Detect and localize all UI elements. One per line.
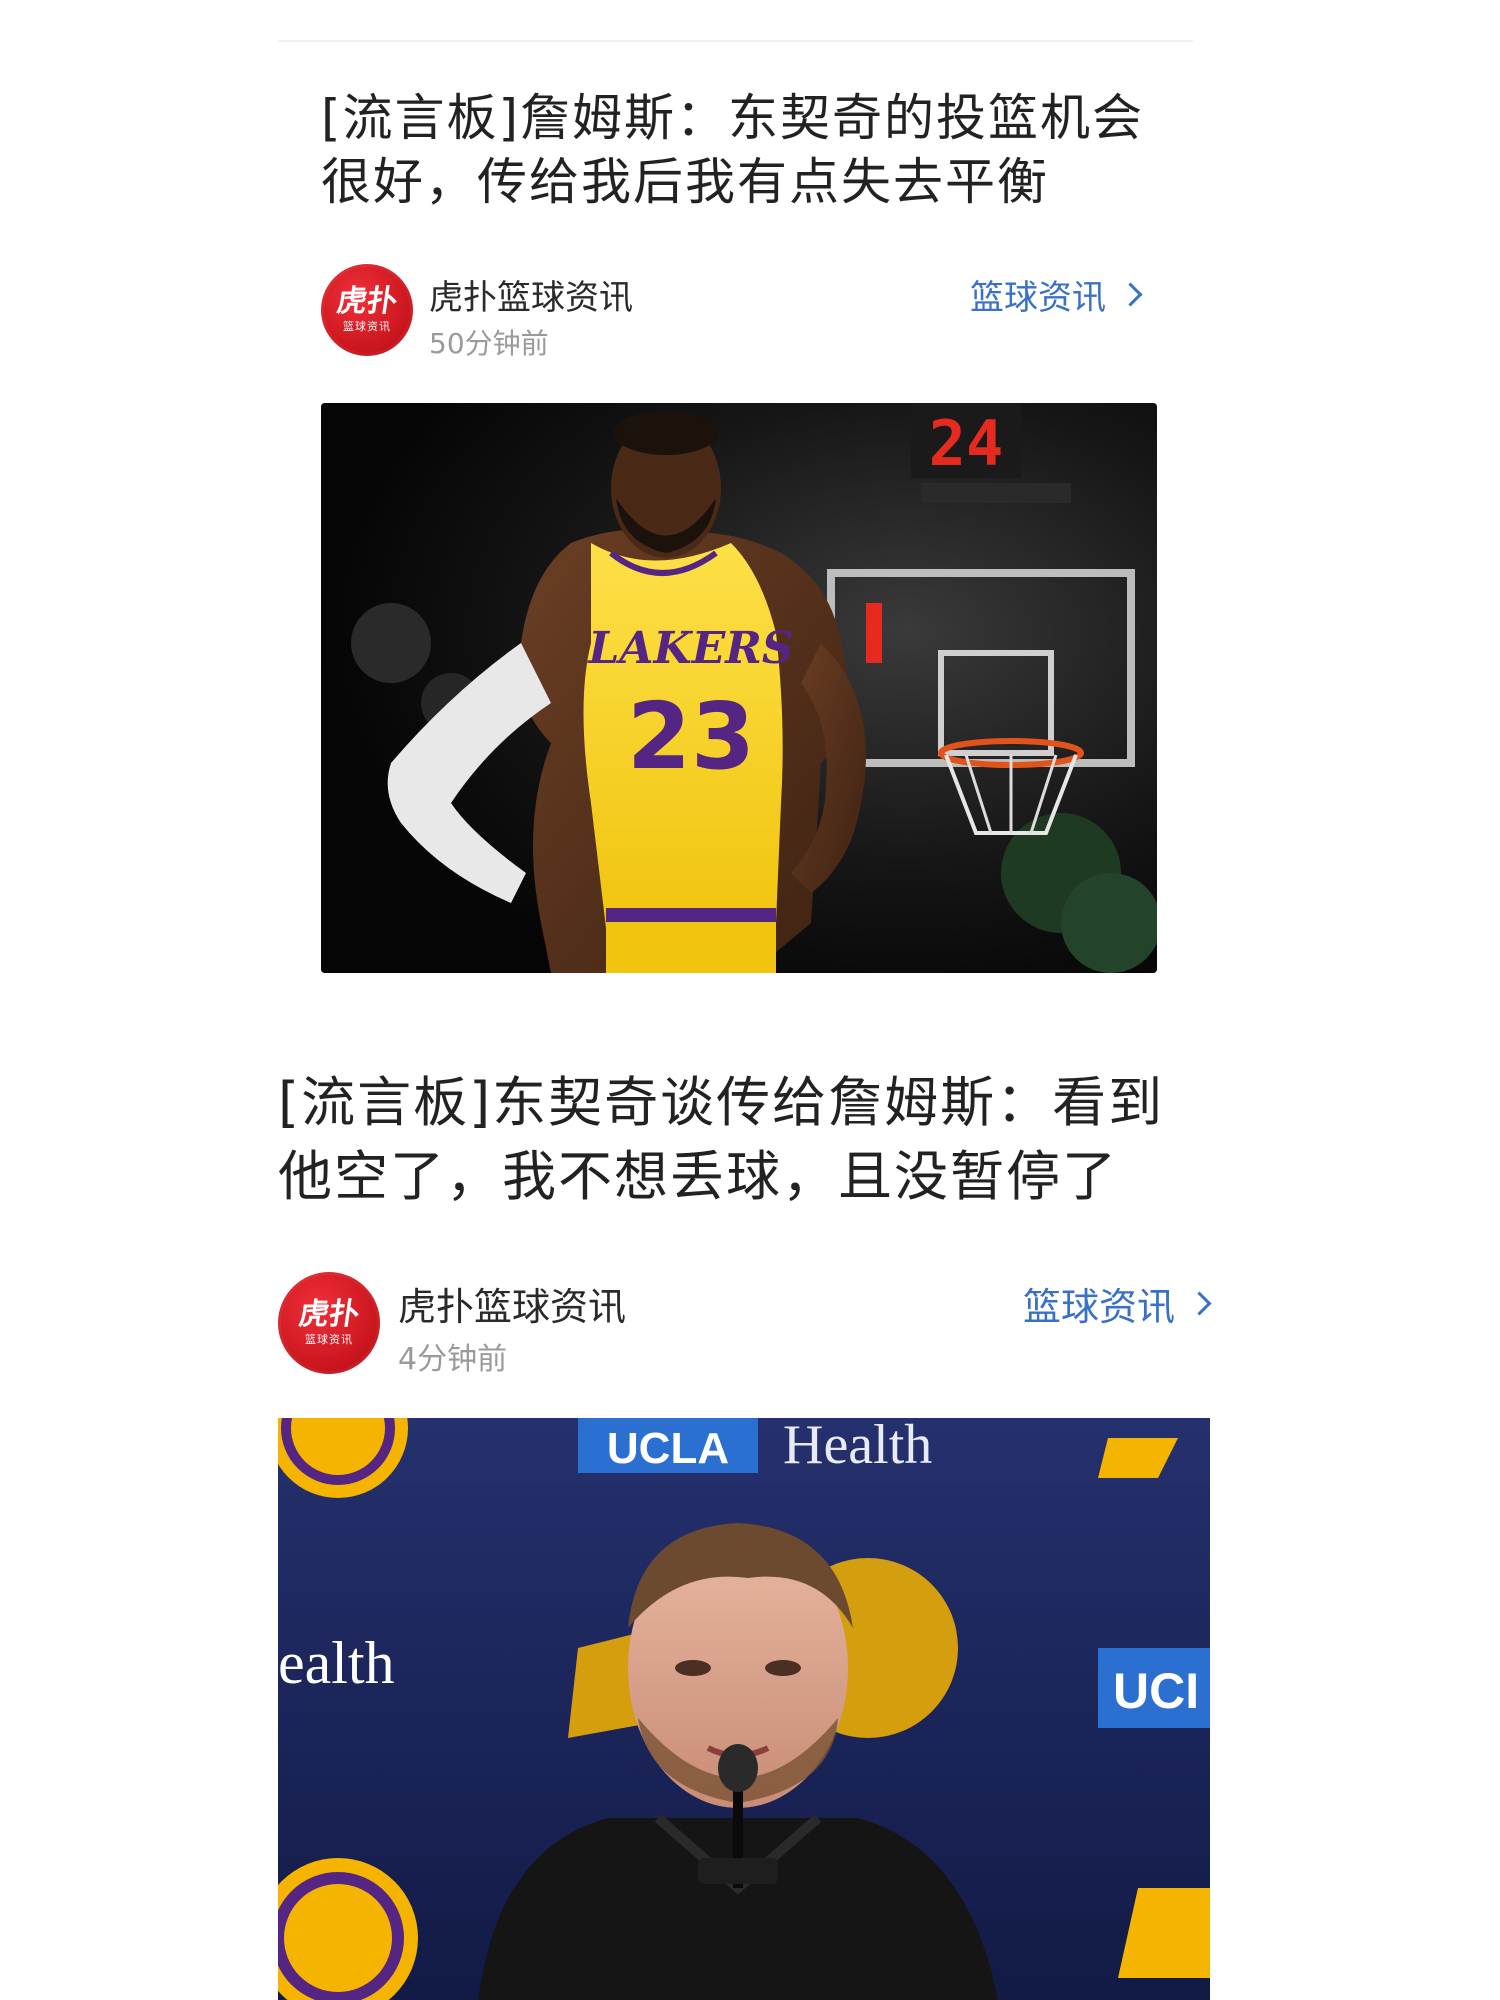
article-card[interactable]: [流言板]东契奇谈传给詹姆斯：看到 他空了，我不想丢球，且没暂停了 虎扑 篮球资… <box>278 1066 1212 1378</box>
hupu-logo-icon: 虎扑 <box>296 1297 362 1332</box>
logo-subtext: 篮球资讯 <box>305 1333 353 1346</box>
article-photo-player[interactable]: 24 LAKERS 23 <box>321 403 1157 973</box>
source-avatar[interactable]: 虎扑 篮球资讯 <box>321 264 413 356</box>
backdrop-ucla: UCLA <box>607 1424 729 1473</box>
chevron-right-icon <box>1118 282 1143 307</box>
category-label: 篮球资讯 <box>970 278 1106 318</box>
logo-subtext: 篮球资讯 <box>343 320 391 333</box>
jersey-team: LAKERS <box>586 623 793 674</box>
article-title-line-2[interactable]: 他空了，我不想丢球，且没暂停了 <box>278 1145 1118 1208</box>
article-card[interactable]: [流言板]詹姆斯：东契奇的投篮机会 很好，传给我后我有点失去平衡 虎扑 篮球资讯… <box>321 86 1151 364</box>
article-title[interactable]: [流言板]詹姆斯：东契奇的投篮机会 很好，传给我后我有点失去平衡 <box>321 86 1151 214</box>
article-photo-press-conference[interactable]: UCLA Health ealth UCI <box>278 1418 1210 2000</box>
source-name[interactable]: 虎扑篮球资讯 <box>398 1276 626 1331</box>
category-link[interactable]: 篮球资讯 <box>1022 1276 1212 1331</box>
article-title-line-1[interactable]: [流言板]詹姆斯：东契奇的投篮机会 <box>321 89 1144 147</box>
chevron-right-icon <box>1187 1291 1212 1316</box>
publish-time: 4分钟前 <box>398 1342 508 1377</box>
article-title-line-2[interactable]: 很好，传给我后我有点失去平衡 <box>321 153 1049 211</box>
category-label: 篮球资讯 <box>1022 1285 1175 1329</box>
publish-time: 50分钟前 <box>429 327 549 360</box>
news-feed: [流言板]詹姆斯：东契奇的投篮机会 很好，传给我后我有点失去平衡 虎扑 篮球资讯… <box>0 0 1500 2000</box>
category-link[interactable]: 篮球资讯 <box>970 270 1143 319</box>
backdrop-health: Health <box>783 1418 932 1476</box>
backdrop-health-left: ealth <box>278 1630 395 1696</box>
article-meta: 虎扑 篮球资讯 虎扑篮球资讯 50分钟前 篮球资讯 <box>321 264 1151 364</box>
press-conference-illustration: UCLA Health ealth UCI <box>278 1418 1210 2000</box>
shot-clock-value: 24 <box>929 407 1004 480</box>
hupu-logo-icon: 虎扑 <box>334 284 400 319</box>
source-avatar[interactable]: 虎扑 篮球资讯 <box>278 1272 380 1374</box>
article-title-line-1[interactable]: [流言板]东契奇谈传给詹姆斯：看到 <box>278 1071 1164 1134</box>
backdrop-ucla-right: UCI <box>1113 1663 1199 1719</box>
player-photo-illustration: 24 LAKERS 23 <box>321 403 1157 973</box>
jersey-number: 23 <box>627 683 755 790</box>
top-divider <box>278 40 1193 42</box>
source-name[interactable]: 虎扑篮球资讯 <box>429 270 633 319</box>
article-title[interactable]: [流言板]东契奇谈传给詹姆斯：看到 他空了，我不想丢球，且没暂停了 <box>278 1066 1208 1214</box>
article-meta: 虎扑 篮球资讯 虎扑篮球资讯 4分钟前 篮球资讯 <box>278 1272 1212 1378</box>
